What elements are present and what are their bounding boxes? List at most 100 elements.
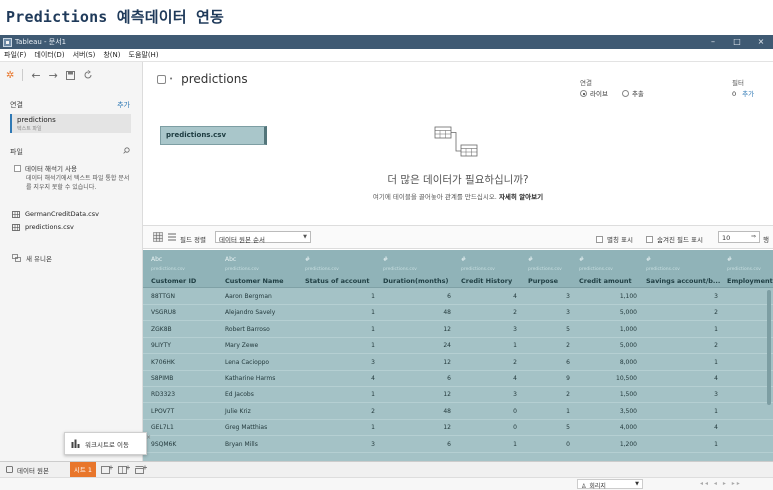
table-cell[interactable]: 0 [528, 441, 570, 448]
field-type-icon[interactable]: # [727, 256, 732, 263]
table-cell[interactable]: 3 [305, 441, 375, 448]
table-cell[interactable]: 6 [528, 359, 570, 366]
minimize-button[interactable]: – [701, 35, 725, 49]
close-icon[interactable]: × [146, 434, 151, 441]
field-name[interactable]: Purpose [528, 277, 558, 285]
table-cell[interactable]: 1 [528, 408, 570, 415]
table-cell[interactable]: 5 [528, 326, 570, 333]
table-cell[interactable]: 6 [383, 375, 451, 382]
table-cell[interactable]: 6 [383, 293, 451, 300]
table-cell[interactable]: 4 [646, 375, 718, 382]
field-name[interactable]: Status of account [305, 277, 370, 285]
table-cell[interactable]: 1 [461, 441, 517, 448]
forward-arrow-icon[interactable]: → [49, 69, 58, 82]
table-cell[interactable]: 3 [528, 293, 570, 300]
table-cell[interactable]: 10,500 [579, 375, 637, 382]
table-cell[interactable]: 9LIYTY [151, 342, 171, 349]
show-hidden-fields-checkbox[interactable]: 숨겨진 필드 표시 [646, 234, 703, 244]
table-cell[interactable]: 12 [383, 424, 451, 431]
field-name[interactable]: Employment [727, 277, 773, 285]
search-icon[interactable] [123, 147, 130, 154]
table-cell[interactable]: 48 [383, 309, 451, 316]
table-cell[interactable]: 3 [646, 391, 718, 398]
file-item-predictions[interactable]: predictions.csv [12, 223, 74, 231]
refresh-icon[interactable] [83, 70, 93, 80]
field-name[interactable]: Customer Name [225, 277, 284, 285]
field-name[interactable]: Savings account/b... [646, 277, 720, 285]
tab-data-source[interactable]: 데이터 원본 [0, 462, 70, 478]
table-cell[interactable]: 8,000 [579, 359, 637, 366]
table-cell[interactable]: 3,500 [579, 408, 637, 415]
add-connection-link[interactable]: 추가 [117, 100, 130, 110]
table-cell[interactable]: Lena Cacioppo [225, 359, 269, 366]
field-type-icon[interactable]: # [461, 256, 466, 263]
back-arrow-icon[interactable]: ← [31, 69, 40, 82]
user-menu[interactable]: ♙ 회리지 ▼ [577, 479, 643, 490]
table-cell[interactable]: Bryan Mills [225, 441, 258, 448]
table-cell[interactable]: 3 [461, 326, 517, 333]
table-cell[interactable]: Mary Zewe [225, 342, 258, 349]
table-cell[interactable]: 1 [646, 408, 718, 415]
table-cell[interactable]: LPOV7T [151, 408, 174, 415]
table-cell[interactable]: 1,100 [579, 293, 637, 300]
table-cell[interactable]: Greg Matthias [225, 424, 267, 431]
table-cell[interactable]: 0 [461, 424, 517, 431]
live-radio[interactable]: 라이브 [580, 88, 608, 98]
extract-radio[interactable]: 추출 [621, 88, 644, 98]
table-cell[interactable]: Aaron Bergman [225, 293, 272, 300]
table-cell[interactable]: Alejandro Savely [225, 309, 275, 316]
maximize-button[interactable]: □ [725, 35, 749, 49]
field-type-icon[interactable]: # [305, 256, 310, 263]
chevron-down-icon[interactable]: • [169, 75, 173, 83]
list-view-icon[interactable] [167, 232, 177, 242]
table-cell[interactable]: 12 [383, 359, 451, 366]
add-filter-link[interactable]: 추가 [742, 90, 754, 98]
table-cell[interactable]: 12 [383, 391, 451, 398]
table-cell[interactable]: 4 [461, 293, 517, 300]
field-type-icon[interactable]: Abc [225, 256, 236, 263]
table-cell[interactable]: Ed Jacobs [225, 391, 254, 398]
table-cell[interactable]: 48 [383, 408, 451, 415]
table-cell[interactable]: 2 [528, 391, 570, 398]
table-cell[interactable]: 2 [305, 408, 375, 415]
field-name[interactable]: Credit History [461, 277, 512, 285]
table-cell[interactable]: K706HK [151, 359, 175, 366]
go-to-worksheet-tooltip[interactable]: 워크시트로 이동 × [64, 432, 151, 455]
table-cell[interactable]: 4 [646, 424, 718, 431]
table-cell[interactable]: 1 [305, 309, 375, 316]
table-cell[interactable]: RD3323 [151, 391, 175, 398]
table-cell[interactable]: 24 [383, 342, 451, 349]
tableau-logo-icon[interactable]: ✲ [6, 70, 14, 81]
table-cell[interactable]: 3 [461, 391, 517, 398]
table-cell[interactable]: 1 [646, 326, 718, 333]
table-cell[interactable]: 2 [461, 359, 517, 366]
interpreter-checkbox[interactable]: 데이터 해석기 사용 [14, 163, 77, 173]
table-cell[interactable]: 1 [305, 326, 375, 333]
table-cell[interactable]: 2 [646, 342, 718, 349]
checkbox-box[interactable] [596, 235, 603, 243]
table-cell[interactable]: 1,000 [579, 326, 637, 333]
table-cell[interactable]: ZGK8B [151, 326, 172, 333]
connection-item-predictions[interactable]: predictions 텍스트 파일 [10, 114, 131, 133]
table-cell[interactable]: 1 [646, 359, 718, 366]
table-cell[interactable]: 1 [461, 342, 517, 349]
table-cell[interactable]: 3 [646, 293, 718, 300]
table-cell[interactable]: 4 [461, 375, 517, 382]
field-name[interactable]: Credit amount [579, 277, 632, 285]
table-cell[interactable]: 1,200 [579, 441, 637, 448]
field-type-icon[interactable]: # [383, 256, 388, 263]
table-cell[interactable]: 1 [305, 293, 375, 300]
table-cell[interactable]: 12 [383, 326, 451, 333]
table-cell[interactable]: 6 [383, 441, 451, 448]
rows-input[interactable]: 10 ⇒ [718, 231, 760, 243]
new-story-icon[interactable] [135, 465, 147, 475]
field-name[interactable]: Customer ID [151, 277, 196, 285]
table-cell[interactable]: 88TTGN [151, 293, 175, 300]
menu-window[interactable]: 창(N) [99, 50, 124, 60]
table-cell[interactable]: 5,000 [579, 309, 637, 316]
table-cell[interactable]: 9SQM6K [151, 441, 176, 448]
table-cell[interactable]: Julie Kriz [225, 408, 251, 415]
table-cell[interactable]: 4 [305, 375, 375, 382]
sheet-pager[interactable]: ◂◂ ◂ ▸ ▸▸ [700, 480, 742, 487]
grid-view-icon[interactable] [153, 232, 163, 242]
